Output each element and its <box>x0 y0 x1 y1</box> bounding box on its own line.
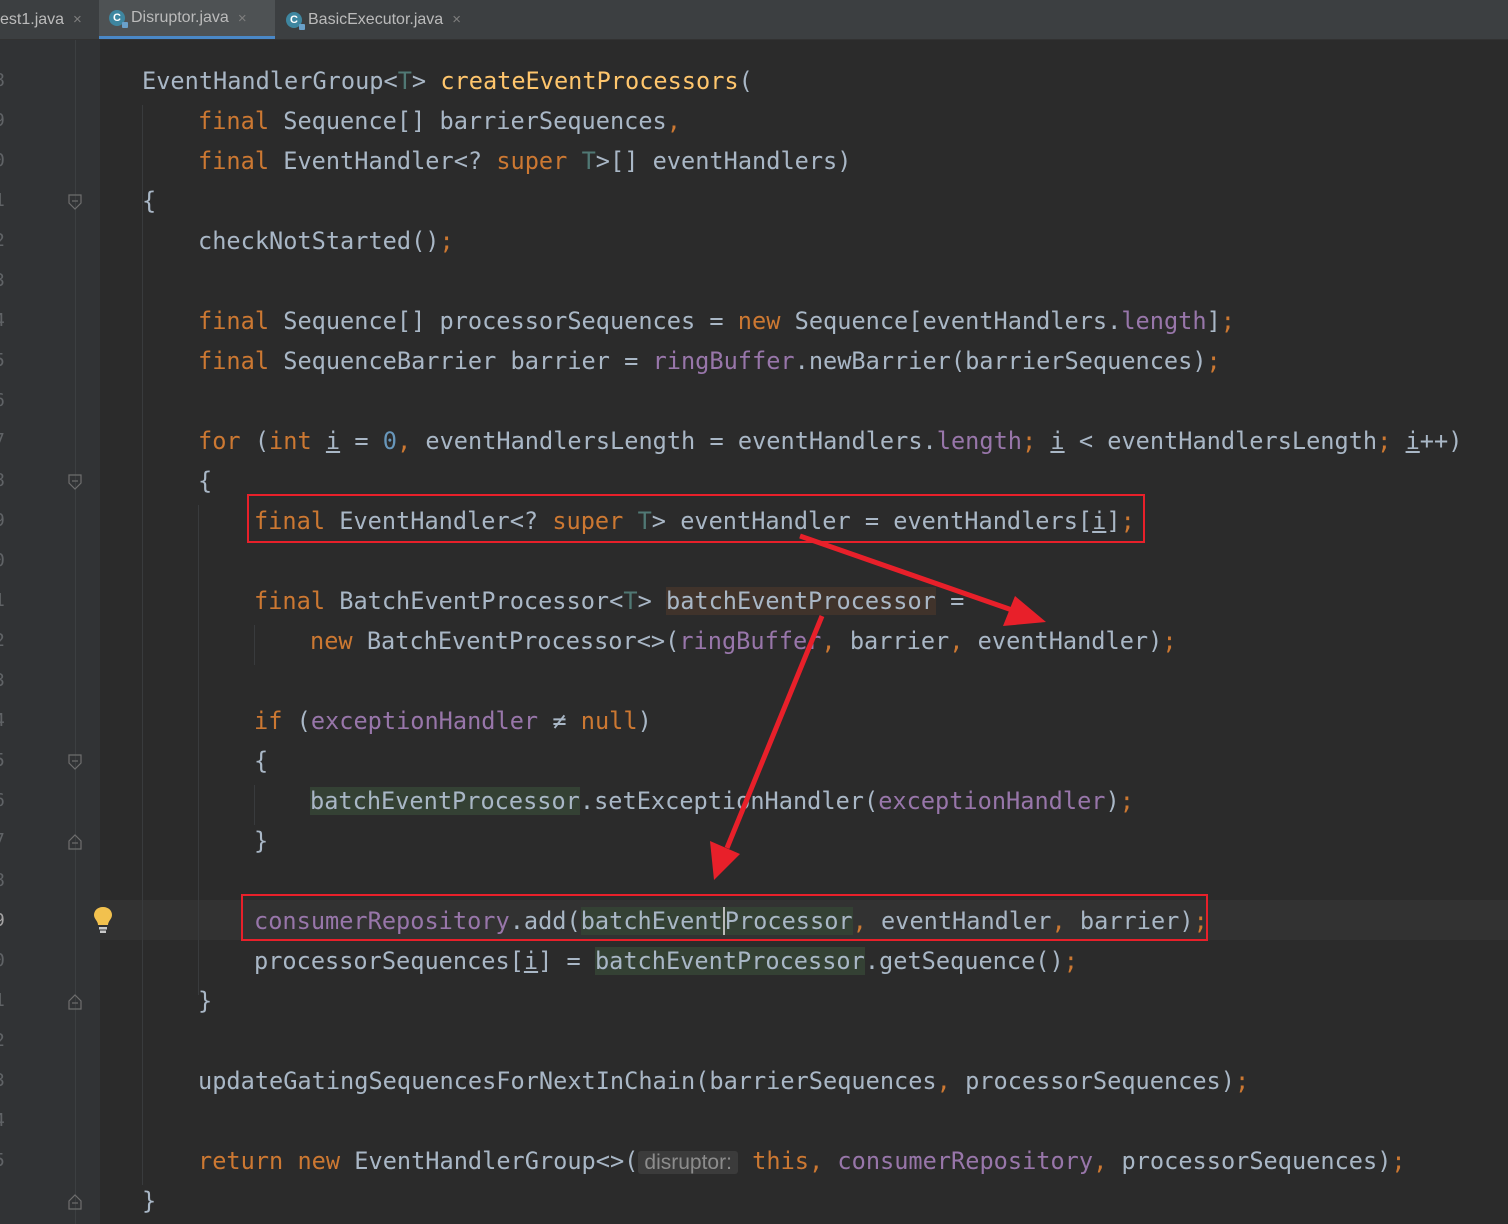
line-number: 0 <box>0 550 6 572</box>
tab-label: Disruptor.java <box>131 9 229 26</box>
lightbulb-icon[interactable] <box>93 905 113 935</box>
line-number: 4 <box>0 710 6 732</box>
close-icon[interactable]: × <box>452 11 461 28</box>
tab-test1[interactable]: est1.java × <box>0 0 98 39</box>
line-number: 4 <box>0 1110 6 1132</box>
code-line[interactable]: if (exceptionHandler ≠ null) <box>254 701 652 741</box>
fold-end-icon[interactable] <box>67 834 83 850</box>
code-line[interactable]: EventHandlerGroup<T> createEventProcesso… <box>142 61 753 101</box>
line-number: 0 <box>0 950 6 972</box>
code-line[interactable]: } <box>254 821 268 861</box>
code-line[interactable]: final Sequence[] barrierSequences, <box>198 101 681 141</box>
line-number: 6 <box>0 390 6 412</box>
code-line[interactable]: processorSequences[i] = batchEventProces… <box>254 941 1078 981</box>
close-icon[interactable]: × <box>73 11 82 28</box>
code-line[interactable]: } <box>142 1181 156 1221</box>
line-number: 3 <box>0 670 6 692</box>
line-number: 9 <box>0 910 6 932</box>
indent-guide <box>142 105 143 1185</box>
line-number: 8 <box>0 70 6 92</box>
indent-guide <box>254 625 255 665</box>
java-class-icon: C <box>286 11 305 30</box>
line-number: 2 <box>0 230 6 252</box>
arrow-head <box>710 841 740 880</box>
code-line[interactable]: new BatchEventProcessor<>(ringBuffer, ba… <box>310 621 1177 661</box>
code-line[interactable]: final Sequence[] processorSequences = ne… <box>198 301 1235 341</box>
close-icon[interactable]: × <box>238 10 247 27</box>
line-number: 3 <box>0 1070 6 1092</box>
line-number: 9 <box>0 110 6 132</box>
code-line[interactable]: } <box>198 981 212 1021</box>
line-number: 7 <box>0 430 6 452</box>
line-number: 3 <box>0 270 6 292</box>
code-line[interactable]: final SequenceBarrier barrier = ringBuff… <box>198 341 1221 381</box>
code-line[interactable]: batchEventProcessor.setExceptionHandler(… <box>310 781 1134 821</box>
line-number: 9 <box>0 510 6 532</box>
code-line[interactable]: for (int i = 0, eventHandlersLength = ev… <box>198 421 1462 461</box>
line-number: 1 <box>0 190 6 212</box>
line-number: 1 <box>0 590 6 612</box>
line-number: 4 <box>0 310 6 332</box>
method-name: createEventProcessors <box>440 67 739 95</box>
code-line[interactable]: checkNotStarted(); <box>198 221 454 261</box>
tab-disruptor[interactable]: C Disruptor.java × <box>99 0 275 39</box>
line-number: 6 <box>0 790 6 812</box>
java-class-icon: C <box>109 10 128 28</box>
code-line[interactable]: return new EventHandlerGroup<>(disruptor… <box>198 1141 1406 1181</box>
line-number: 0 <box>0 150 6 172</box>
line-number: 7 <box>0 830 6 852</box>
code-line[interactable]: final BatchEventProcessor<T> batchEventP… <box>254 581 964 621</box>
line-number: 5 <box>0 1150 6 1172</box>
line-number: 1 <box>0 990 6 1012</box>
line-number: 5 <box>0 750 6 772</box>
fold-collapse-icon[interactable] <box>67 194 83 210</box>
gutter-divider <box>75 40 76 1224</box>
tab-label: est1.java <box>0 10 65 28</box>
tab-label: BasicExecutor.java <box>308 10 444 28</box>
parameter-hint: disruptor: <box>638 1151 738 1174</box>
line-number: 2 <box>0 1030 6 1052</box>
line-number: 2 <box>0 630 6 652</box>
code-line[interactable]: final EventHandler<? super T>[] eventHan… <box>198 141 851 181</box>
tab-basicexecutor[interactable]: C BasicExecutor.java × <box>276 0 486 39</box>
fold-end-icon[interactable] <box>67 1194 83 1210</box>
code-line[interactable]: { <box>142 181 156 221</box>
code-line[interactable]: { <box>198 461 212 501</box>
annotation-box-eventhandler <box>247 494 1145 543</box>
annotation-box-consumer-repository <box>241 894 1208 941</box>
line-number: 8 <box>0 470 6 492</box>
indent-guide <box>198 505 199 995</box>
editor-tab-bar: est1.java × C Disruptor.java × C BasicEx… <box>0 0 1508 40</box>
code-line[interactable]: { <box>254 741 268 781</box>
line-number: 8 <box>0 870 6 892</box>
editor-gutter[interactable] <box>0 40 100 1224</box>
indent-guide <box>254 785 255 825</box>
fold-end-icon[interactable] <box>67 994 83 1010</box>
fold-collapse-icon[interactable] <box>67 474 83 490</box>
line-number: 5 <box>0 350 6 372</box>
code-line[interactable]: updateGatingSequencesForNextInChain(barr… <box>198 1061 1249 1101</box>
fold-collapse-icon[interactable] <box>67 754 83 770</box>
